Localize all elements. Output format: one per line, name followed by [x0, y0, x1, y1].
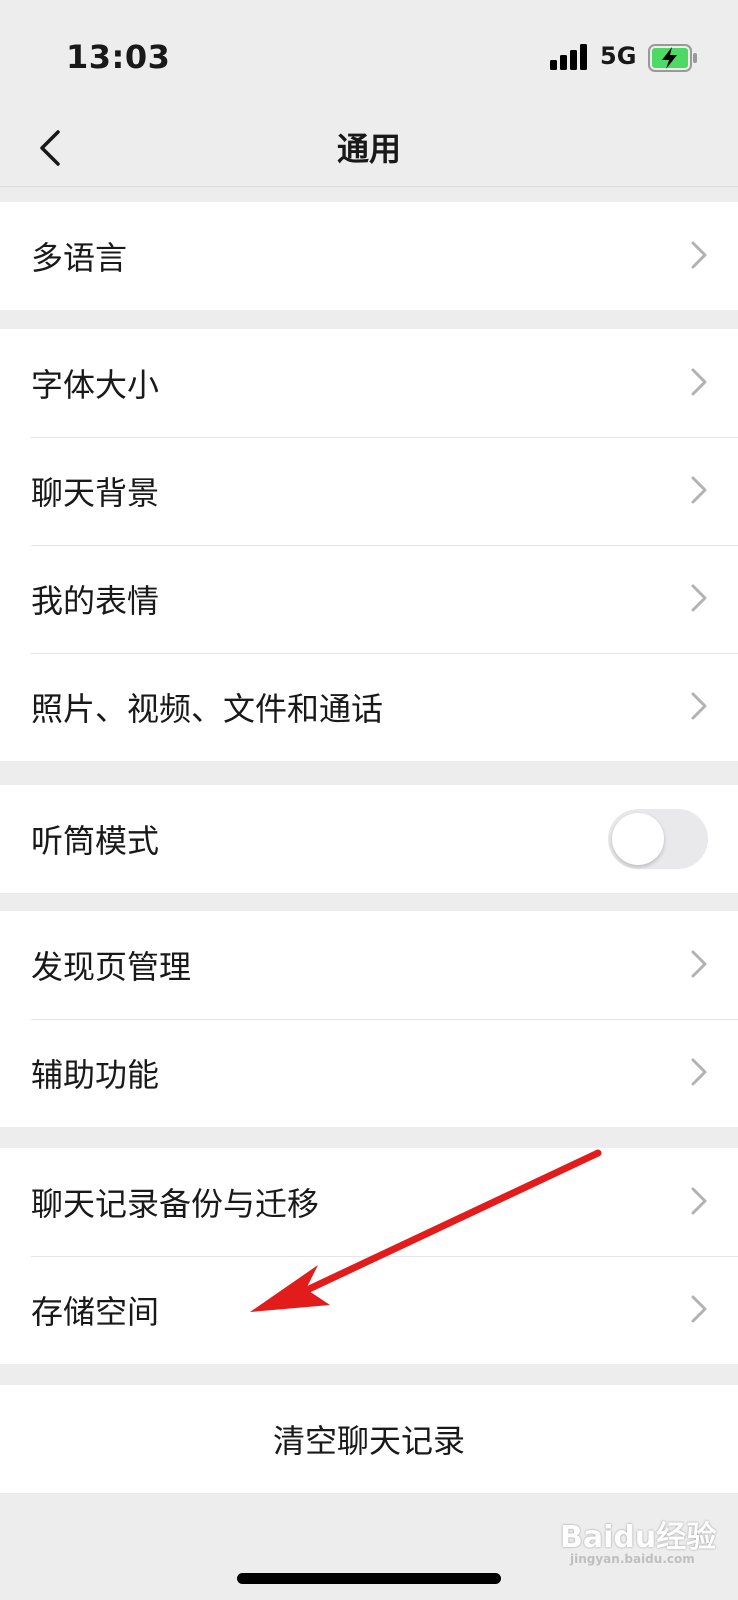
settings-item-media-files-calls[interactable]: 照片、视频、文件和通话 [0, 653, 738, 761]
settings-item-label: 存储空间 [31, 1293, 160, 1331]
settings-item-my-stickers[interactable]: 我的表情 [0, 545, 738, 653]
settings-item-chat-backup-migration[interactable]: 聊天记录备份与迁移 [0, 1148, 738, 1256]
settings-item-chat-background[interactable]: 聊天背景 [0, 437, 738, 545]
settings-group-language: 多语言 [0, 202, 738, 310]
settings-item-label: 多语言 [31, 239, 128, 277]
chevron-right-icon [691, 476, 707, 504]
chevron-right-icon [691, 1058, 707, 1086]
earpiece-mode-toggle[interactable] [608, 809, 708, 869]
battery-charging-icon [648, 44, 697, 72]
settings-item-language[interactable]: 多语言 [0, 202, 738, 310]
settings-group-display: 字体大小 聊天背景 我的表情 照片、视频、文件和通话 [0, 329, 738, 761]
watermark-text: Baidu经验 [560, 1520, 717, 1555]
nav-bar: 通用 [0, 110, 738, 187]
settings-item-storage[interactable]: 存储空间 [0, 1256, 738, 1364]
page-title: 通用 [336, 130, 401, 168]
settings-group-storage: 聊天记录备份与迁移 存储空间 [0, 1148, 738, 1364]
settings-item-font-size[interactable]: 字体大小 [0, 329, 738, 437]
settings-item-label: 字体大小 [31, 366, 160, 404]
settings-group-discover: 发现页管理 辅助功能 [0, 911, 738, 1127]
settings-item-label: 照片、视频、文件和通话 [31, 690, 384, 728]
watermark-sub: jingyan.baidu.com [570, 1552, 695, 1566]
chevron-right-icon [691, 950, 707, 978]
settings-item-label: 我的表情 [31, 582, 160, 620]
clear-chat-history-button[interactable]: 清空聊天记录 [0, 1385, 738, 1493]
settings-group-earpiece: 听筒模式 [0, 785, 738, 893]
status-time: 13:03 [66, 38, 171, 76]
settings-item-label: 辅助功能 [31, 1056, 160, 1094]
status-bar: 13:03 5G [0, 0, 738, 110]
toggle-knob [612, 813, 664, 865]
chevron-right-icon [691, 584, 707, 612]
chevron-right-icon [691, 1187, 707, 1215]
settings-item-label: 聊天背景 [31, 474, 160, 512]
settings-item-label: 听筒模式 [31, 822, 160, 860]
baidu-watermark: Baidu经验 jingyan.baidu.com [560, 1512, 730, 1592]
settings-item-label: 发现页管理 [31, 948, 192, 986]
signal-icon [550, 44, 587, 70]
chevron-right-icon [691, 368, 707, 396]
settings-item-label: 聊天记录备份与迁移 [31, 1185, 320, 1223]
settings-item-earpiece-mode: 听筒模式 [0, 785, 738, 893]
settings-item-discover-management[interactable]: 发现页管理 [0, 911, 738, 1019]
chevron-right-icon [691, 241, 707, 269]
network-type: 5G [600, 42, 637, 70]
settings-item-accessibility[interactable]: 辅助功能 [0, 1019, 738, 1127]
chevron-right-icon [691, 692, 707, 720]
home-indicator[interactable] [237, 1573, 501, 1584]
chevron-right-icon [691, 1295, 707, 1323]
